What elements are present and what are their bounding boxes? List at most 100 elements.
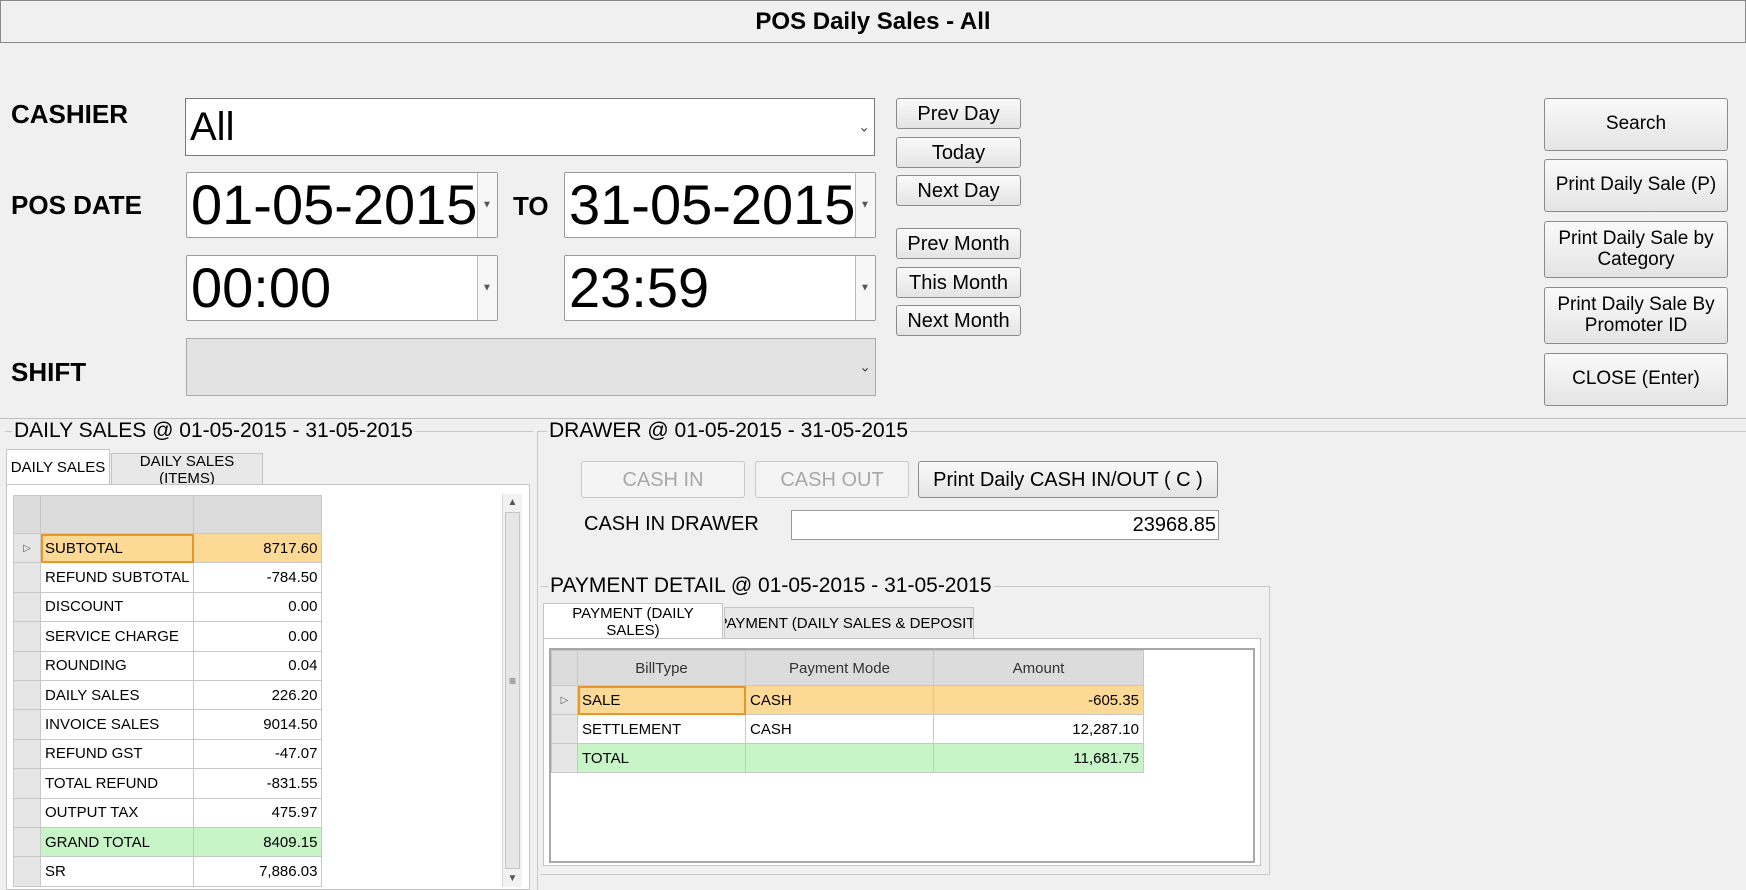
row-label: TOTAL REFUND xyxy=(39,768,195,799)
search-button[interactable]: Search xyxy=(1544,98,1728,151)
time-from-dropdown[interactable]: ▼ xyxy=(477,256,497,320)
row-value: 0.00 xyxy=(193,621,323,652)
row-label: SR xyxy=(39,856,195,887)
table-row[interactable]: TOTAL REFUND -831.55 xyxy=(13,768,323,799)
tab-payment-daily-sales[interactable]: PAYMENT (DAILY SALES) xyxy=(543,603,723,639)
row-label: DISCOUNT xyxy=(39,591,195,623)
payment-mode-cell: CASH xyxy=(745,685,934,715)
column-header-billtype[interactable]: BillType xyxy=(577,650,746,686)
column-header-amount[interactable]: Amount xyxy=(933,650,1144,686)
print-by-promoter-button[interactable]: Print Daily Sale By Promoter ID xyxy=(1544,287,1728,344)
column-header xyxy=(193,495,323,534)
row-header[interactable] xyxy=(13,591,41,623)
table-row[interactable]: SETTLEMENT CASH 12,287.10 xyxy=(551,714,1144,744)
row-pointer-icon[interactable]: ▷ xyxy=(551,685,578,715)
this-month-button[interactable]: This Month xyxy=(896,267,1021,298)
daily-sales-scrollbar[interactable]: ▲ ≡ ▼ xyxy=(502,494,522,887)
row-label: OUTPUT TAX xyxy=(39,797,195,828)
drawer-group-border xyxy=(537,431,538,890)
chevron-down-icon: ⌄ xyxy=(859,358,871,375)
table-row[interactable]: TOTAL 11,681.75 xyxy=(551,743,1144,773)
row-header[interactable] xyxy=(13,768,41,799)
cash-in-button[interactable]: CASH IN xyxy=(581,461,745,498)
table-row[interactable]: GRAND TOTAL 8409.15 xyxy=(13,826,323,858)
row-value: -831.55 xyxy=(193,768,323,799)
next-day-button[interactable]: Next Day xyxy=(896,175,1021,206)
row-label: SUBTOTAL xyxy=(39,532,195,564)
daily-sales-panel: ▷ SUBTOTAL 8717.60 REFUND SUBTOTAL -784.50 DI… xyxy=(6,484,530,890)
payment-detail-title: PAYMENT DETAIL @ 01-05-2015 - 31-05-2015 xyxy=(548,574,994,598)
row-header[interactable] xyxy=(551,743,578,773)
row-header[interactable] xyxy=(13,826,41,858)
print-cash-in-out-button[interactable]: Print Daily CASH IN/OUT ( C ) xyxy=(918,461,1218,498)
payment-group-border xyxy=(1269,586,1270,875)
table-row[interactable]: ROUNDING 0.04 xyxy=(13,650,323,681)
table-row[interactable]: DISCOUNT 0.00 xyxy=(13,591,323,623)
row-label: DAILY SALES xyxy=(39,679,195,711)
row-header[interactable] xyxy=(13,738,41,770)
amount-cell: 11,681.75 xyxy=(933,743,1144,773)
table-row[interactable]: ▷ SUBTOTAL 8717.60 xyxy=(13,532,323,564)
date-to-dropdown[interactable]: ▼ xyxy=(855,173,875,237)
table-row[interactable]: DAILY SALES 226.20 xyxy=(13,679,323,711)
row-header[interactable] xyxy=(13,650,41,681)
row-header[interactable] xyxy=(551,714,578,744)
row-header[interactable] xyxy=(13,856,41,887)
next-month-button[interactable]: Next Month xyxy=(896,305,1021,336)
cash-out-button[interactable]: CASH OUT xyxy=(755,461,909,498)
print-by-category-button[interactable]: Print Daily Sale by Category xyxy=(1544,221,1728,278)
row-header[interactable] xyxy=(13,709,41,740)
prev-month-button[interactable]: Prev Month xyxy=(896,228,1021,259)
scrollbar-thumb[interactable] xyxy=(505,512,520,869)
caret-down-icon: ▼ xyxy=(860,282,870,294)
date-from-picker[interactable]: 01-05-2015 ▼ xyxy=(186,172,498,238)
row-pointer-icon[interactable]: ▷ xyxy=(13,532,41,564)
row-header[interactable] xyxy=(13,797,41,828)
amount-cell: -605.35 xyxy=(933,685,1144,715)
shift-select[interactable]: ⌄ xyxy=(186,338,876,396)
tab-payment-daily-sales-deposit[interactable]: PAYMENT (DAILY SALES & DEPOSIT) xyxy=(724,607,974,639)
table-row[interactable]: REFUND GST -47.07 xyxy=(13,738,323,770)
scroll-up-icon[interactable]: ▲ xyxy=(503,497,522,508)
table-row[interactable]: REFUND SUBTOTAL -784.50 xyxy=(13,562,323,593)
cash-in-drawer-field[interactable]: 23968.85 xyxy=(791,510,1219,540)
grip-icon: ≡ xyxy=(508,674,516,688)
window-title: POS Daily Sales - All xyxy=(0,0,1746,43)
today-button[interactable]: Today xyxy=(896,137,1021,168)
table-row[interactable]: SR 7,886.03 xyxy=(13,856,323,887)
column-header xyxy=(39,495,195,534)
row-value: 0.00 xyxy=(193,591,323,623)
scroll-down-icon[interactable]: ▼ xyxy=(503,873,522,884)
tab-daily-sales-items[interactable]: DAILY SALES (ITEMS) xyxy=(111,453,263,487)
time-to-picker[interactable]: 23:59 ▼ xyxy=(564,255,876,321)
prev-day-button[interactable]: Prev Day xyxy=(896,98,1021,129)
close-button[interactable]: CLOSE (Enter) xyxy=(1544,353,1728,406)
table-row[interactable]: INVOICE SALES 9014.50 xyxy=(13,709,323,740)
tab-daily-sales[interactable]: DAILY SALES xyxy=(6,449,110,485)
caret-down-icon: ▼ xyxy=(482,282,492,294)
time-to-dropdown[interactable]: ▼ xyxy=(855,256,875,320)
row-header[interactable] xyxy=(13,562,41,593)
time-from-value: 00:00 xyxy=(191,256,332,319)
date-from-dropdown[interactable]: ▼ xyxy=(477,173,497,237)
table-row[interactable]: SERVICE CHARGE 0.00 xyxy=(13,621,323,652)
print-daily-sale-button[interactable]: Print Daily Sale (P) xyxy=(1544,159,1728,212)
row-value: 475.97 xyxy=(193,797,323,828)
chevron-down-icon: ⌄ xyxy=(858,118,870,135)
column-header-payment-mode[interactable]: Payment Mode xyxy=(745,650,934,686)
shift-label: SHIFT xyxy=(11,357,87,387)
grid-corner xyxy=(551,650,578,686)
daily-sales-grid: ▷ SUBTOTAL 8717.60 REFUND SUBTOTAL -784.50 DI… xyxy=(13,495,323,887)
row-value: 226.20 xyxy=(193,679,323,711)
date-to-picker[interactable]: 31-05-2015 ▼ xyxy=(564,172,876,238)
row-header[interactable] xyxy=(13,621,41,652)
bill-type-cell: SALE xyxy=(577,685,746,715)
table-row[interactable]: OUTPUT TAX 475.97 xyxy=(13,797,323,828)
payment-group-bottom xyxy=(541,874,1270,875)
table-row[interactable]: ▷ SALE CASH -605.35 xyxy=(551,685,1144,715)
cashier-select[interactable]: All ⌄ xyxy=(185,98,875,156)
time-from-picker[interactable]: 00:00 ▼ xyxy=(186,255,498,321)
date-to-value: 31-05-2015 xyxy=(569,173,856,236)
row-header[interactable] xyxy=(13,679,41,711)
bill-type-cell: TOTAL xyxy=(577,743,746,773)
